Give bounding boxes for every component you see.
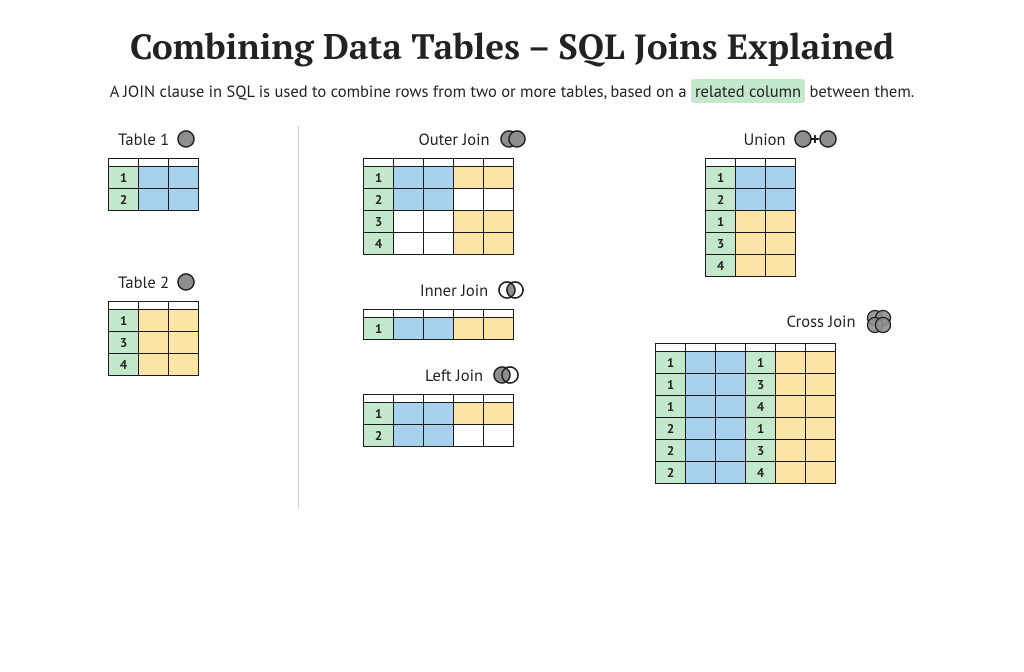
subtitle-post: between them. <box>805 80 914 102</box>
union-grid: 12134 <box>705 158 976 277</box>
inner-join-label: Inner Join <box>420 279 488 301</box>
table1-grid: 12 <box>108 158 266 211</box>
single-circle-icon <box>177 130 195 148</box>
table2-grid: 134 <box>108 301 266 376</box>
cross-join-section: Cross Join 111314212324 <box>655 307 976 484</box>
single-circle-icon <box>177 273 195 291</box>
four-overlap-circles-icon <box>864 307 894 335</box>
venn-left-icon <box>491 365 521 385</box>
table2-label: Table 2 <box>118 271 169 293</box>
subtitle: A JOIN clause in SQL is used to combine … <box>48 80 976 102</box>
outer-join-label: Outer Join <box>418 128 489 150</box>
column-union-cross: Union + 12134 Cross Join <box>619 128 976 508</box>
column-source-tables: Table 1 12 Table 2 134 <box>48 128 298 508</box>
table2-section: Table 2 134 <box>108 271 266 376</box>
inner-join-section: Inner Join 1 <box>363 279 619 340</box>
table1-label: Table 1 <box>118 128 169 150</box>
left-join-section: Left Join 12 <box>363 364 619 447</box>
circle-plus-circle-icon: + <box>794 128 837 150</box>
cross-join-grid: 111314212324 <box>655 343 976 484</box>
outer-join-section: Outer Join 1234 <box>363 128 619 255</box>
cross-join-label: Cross Join <box>787 310 856 332</box>
outer-join-grid: 1234 <box>363 158 619 255</box>
diagram-content: Table 1 12 Table 2 134 <box>48 122 976 508</box>
subtitle-pre: A JOIN clause in SQL is used to combine … <box>110 80 691 102</box>
venn-full-icon <box>498 129 528 149</box>
highlighted-term: related column <box>691 79 805 103</box>
table1-section: Table 1 12 <box>108 128 266 211</box>
union-label: Union <box>743 128 785 150</box>
left-join-grid: 12 <box>363 394 619 447</box>
venn-intersect-icon <box>496 280 526 300</box>
column-joins: Outer Join 1234 Inner Join <box>299 128 619 508</box>
union-section: Union + 12134 <box>655 128 976 277</box>
inner-join-grid: 1 <box>363 309 619 340</box>
left-join-label: Left Join <box>425 364 483 386</box>
page-title: Combining Data Tables – SQL Joins Explai… <box>48 24 976 70</box>
